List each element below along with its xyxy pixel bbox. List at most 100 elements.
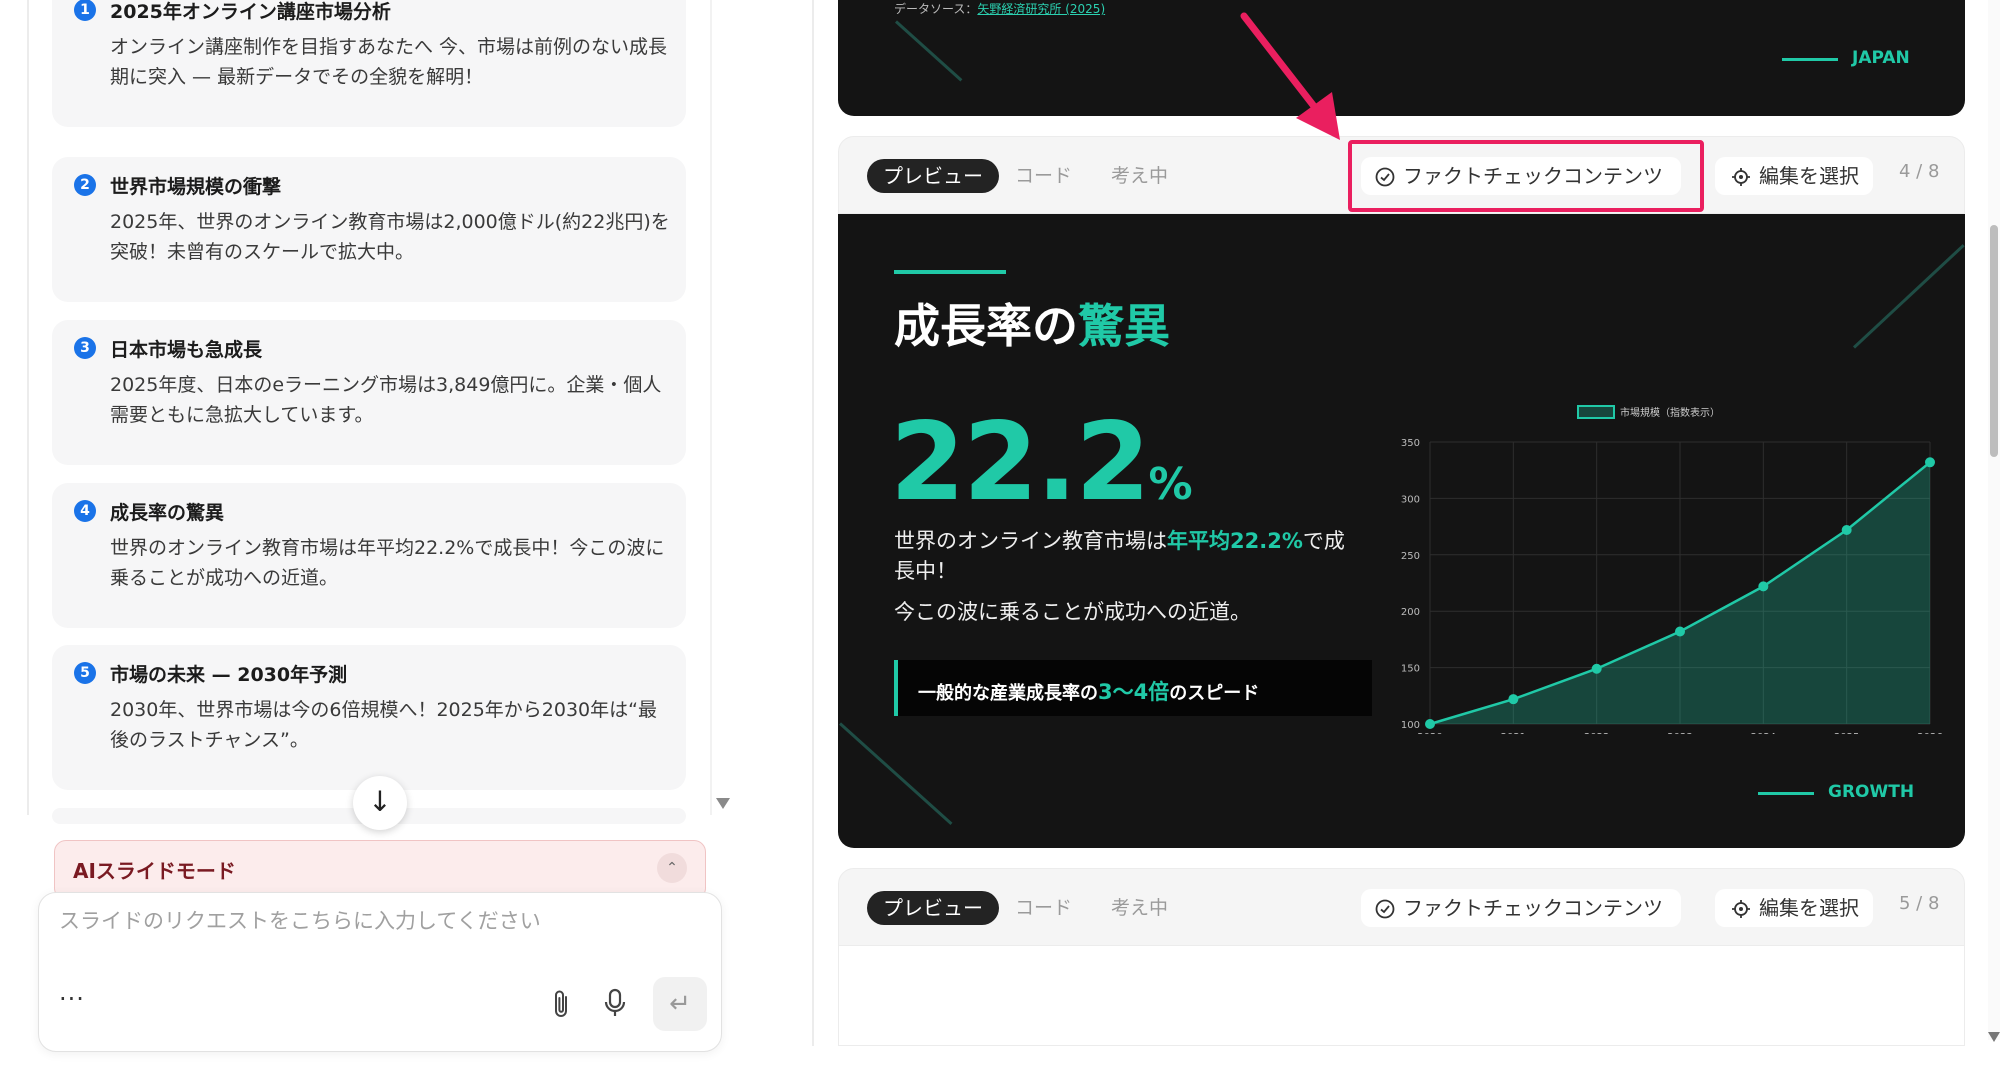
chat-panel: 1 2025年オンライン講座市場分析 オンライン講座制作を目指すあなたへ 今、市… <box>0 0 740 1066</box>
select-edit-label: 編集を選択 <box>1759 164 1859 188</box>
scroll-to-bottom-button[interactable]: ↓ <box>353 776 407 830</box>
outline-card-1[interactable]: 1 2025年オンライン講座市場分析 オンライン講座制作を目指すあなたへ 今、市… <box>52 0 686 127</box>
note-text: 一般的な産業成長率の3〜4倍のスピード <box>918 676 1259 706</box>
title-text: 成長率の <box>894 299 1078 353</box>
title-accent-bar <box>894 270 1006 274</box>
page-counter: 4 / 8 <box>1899 161 1940 182</box>
ai-slide-mode-bar[interactable]: AIスライドモード ⌃ <box>54 840 706 900</box>
description-text: 世界のオンライン教育市場は <box>894 529 1167 553</box>
scrollbar[interactable] <box>1988 0 2000 1040</box>
card-title: 世界市場規模の衝撃 <box>110 176 282 198</box>
card-body: 2025年、世界のオンライン教育市場は2,000億ドル(約22兆円)を突破！未曾… <box>110 211 670 263</box>
y-tick-label: 200 <box>1401 607 1420 618</box>
mode-label: AIスライドモード <box>73 859 236 883</box>
data-point <box>1758 581 1769 592</box>
legend-label: 市場規模（指数表示） <box>1620 406 1720 419</box>
select-edit-button[interactable]: 編集を選択 <box>1715 889 1873 927</box>
check-circle-icon <box>1375 899 1395 919</box>
send-button[interactable]: ↵ <box>653 977 707 1031</box>
growth-chart: 100 150 200 250 300 350 2020 2021 2022 2023 2024 20… <box>1401 405 1943 734</box>
fact-check-label: ファクトチェックコンテンツ <box>1403 896 1663 920</box>
source-link[interactable]: 矢野経済研究所 (2025) <box>977 2 1105 16</box>
tab-preview[interactable]: プレビュー <box>867 159 999 193</box>
data-point <box>1841 524 1852 535</box>
x-tick-label: 2023 <box>1667 732 1692 734</box>
slide-subdescription: 今この波に乗ることが成功への近道。 <box>894 600 1251 624</box>
crosshair-icon <box>1732 900 1750 918</box>
x-tick-label: 2022 <box>1584 732 1609 734</box>
composer: ··· ↵ <box>38 892 722 1052</box>
outline-card-4[interactable]: 4 成長率の驚異 世界のオンライン教育市場は年平均22.2%で成長中！今この波に… <box>52 483 686 628</box>
data-point <box>1508 694 1519 705</box>
note-text-part: 一般的な産業成長率の <box>918 683 1098 704</box>
card-title: 市場の未来 — 2030年予測 <box>110 664 348 686</box>
card-body: オンライン講座制作を目指すあなたへ 今、市場は前例のない成長期に突入 — 最新デ… <box>110 36 668 88</box>
y-tick-label: 250 <box>1401 551 1420 562</box>
tab-preview[interactable]: プレビュー <box>867 891 999 925</box>
divider <box>812 0 814 1046</box>
note-text-part: のスピード <box>1169 683 1260 704</box>
data-point <box>1591 663 1602 674</box>
card-title: 日本市場も急成長 <box>110 339 263 361</box>
x-tick-label: 2025 <box>1834 732 1859 734</box>
card-number-badge: 2 <box>74 174 96 196</box>
scroll-down-arrow-icon[interactable] <box>716 798 730 809</box>
slide-request-input[interactable] <box>59 909 699 933</box>
attach-icon[interactable] <box>551 989 573 1026</box>
slide-description: 世界のオンライン教育市場は年平均22.2%で成長中！ <box>894 526 1364 586</box>
x-tick-label: 2024 <box>1751 732 1776 734</box>
y-tick-label: 300 <box>1401 494 1420 505</box>
decorative-line <box>1852 244 1965 349</box>
highlight-box <box>1348 140 1704 212</box>
x-tick-label: 2020 <box>1417 732 1442 734</box>
fact-check-button[interactable]: ファクトチェックコンテンツ <box>1361 889 1681 927</box>
tab-code[interactable]: コード <box>1015 159 1072 193</box>
card-title: 成長率の驚異 <box>110 502 225 524</box>
crosshair-icon <box>1732 168 1750 186</box>
card-number-badge: 1 <box>74 0 96 21</box>
tab-thinking[interactable]: 考え中 <box>1111 891 1168 925</box>
y-tick-label: 150 <box>1401 664 1420 675</box>
select-edit-button[interactable]: 編集を選択 <box>1715 157 1873 195</box>
growth-rate-value: 22.2 <box>890 400 1150 525</box>
scroll-down-arrow-icon[interactable] <box>1988 1032 2000 1042</box>
slide-5-preview <box>838 946 1965 1046</box>
card-number-badge: 4 <box>74 500 96 522</box>
card-body: 2025年度、日本のeラーニング市場は3,849億円に。企業・個人需要ともに急拡… <box>110 374 662 426</box>
card-number-badge: 3 <box>74 337 96 359</box>
more-options-icon[interactable]: ··· <box>59 985 85 1013</box>
outline-card-2[interactable]: 2 世界市場規模の衝撃 2025年、世界のオンライン教育市場は2,000億ドル(… <box>52 157 686 302</box>
slide-5-toolbar: プレビュー コード 考え中 ファクトチェックコンテンツ 編集を選択 5 / 8 <box>838 868 1965 946</box>
data-point <box>1425 719 1435 729</box>
corner-tag: GROWTH <box>1828 782 1915 802</box>
tag-dash <box>1782 58 1838 61</box>
source-label: データソース： <box>894 2 978 16</box>
x-tick-label: 2021 <box>1501 732 1526 734</box>
data-source: データソース：矢野経済研究所 (2025) <box>894 0 1105 17</box>
decorative-line <box>894 20 963 82</box>
growth-rate-figure: 22.2% <box>890 400 1193 525</box>
data-point <box>1925 457 1935 468</box>
tab-thinking[interactable]: 考え中 <box>1111 159 1168 193</box>
corner-tag: JAPAN <box>1852 48 1910 68</box>
y-tick-label: 100 <box>1401 720 1420 731</box>
y-tick-label: 350 <box>1401 438 1420 449</box>
pointer-arrow-icon <box>1240 12 1340 140</box>
outline-card-3[interactable]: 3 日本市場も急成長 2025年度、日本のeラーニング市場は3,849億円に。企… <box>52 320 686 465</box>
title-accent-text: 驚異 <box>1078 299 1170 353</box>
chevron-up-icon[interactable]: ⌃ <box>657 853 687 883</box>
divider <box>27 0 29 815</box>
microphone-icon[interactable] <box>601 987 629 1019</box>
outline-card-5[interactable]: 5 市場の未来 — 2030年予測 2030年、世界市場は今の6倍規模へ！202… <box>52 645 686 790</box>
tab-code[interactable]: コード <box>1015 891 1072 925</box>
page-counter: 5 / 8 <box>1899 893 1940 914</box>
data-point <box>1675 626 1685 637</box>
select-edit-label: 編集を選択 <box>1759 896 1859 920</box>
scrollbar-thumb[interactable] <box>1990 225 1998 457</box>
card-number-badge: 5 <box>74 662 96 684</box>
note-accent: 3〜4倍 <box>1098 680 1170 704</box>
slide-3-preview: データソース：矢野経済研究所 (2025) JAPAN <box>838 0 1965 116</box>
card-title: 2025年オンライン講座市場分析 <box>110 1 391 23</box>
legend-swatch <box>1577 405 1615 419</box>
card-body: 2030年、世界市場は今の6倍規模へ！2025年から2030年は“最後のラストチ… <box>110 699 657 751</box>
